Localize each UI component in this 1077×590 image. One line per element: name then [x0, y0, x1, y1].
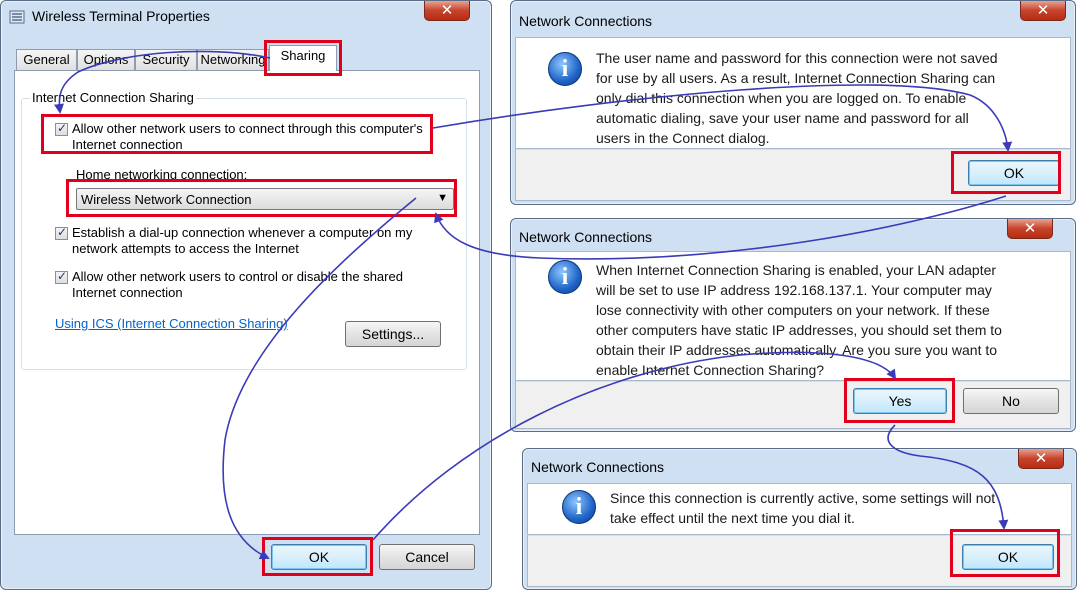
- chevron-down-icon: ▼: [437, 192, 448, 204]
- home-network-label: Home networking connection:: [76, 167, 248, 182]
- dialog-body: i The user name and password for this co…: [515, 37, 1071, 149]
- home-network-value: Wireless Network Connection: [81, 192, 252, 207]
- dialog-message: The user name and password for this conn…: [596, 50, 998, 146]
- checkmark-icon: ✓: [57, 269, 68, 283]
- info-icon: i: [562, 490, 596, 524]
- dialog-title: Network Connections: [519, 13, 653, 29]
- dialog-active-connection: Network Connections ✕ i Since this conne…: [522, 448, 1077, 590]
- dialog-message: When Internet Connection Sharing is enab…: [596, 262, 1002, 378]
- close-button[interactable]: ✕: [424, 1, 470, 21]
- ok-button[interactable]: OK: [271, 544, 367, 570]
- home-network-select[interactable]: Wireless Network Connection ▼: [76, 188, 454, 210]
- close-button[interactable]: ✕: [1007, 219, 1053, 239]
- close-icon: ✕: [1034, 450, 1048, 467]
- close-icon: ✕: [1023, 220, 1037, 237]
- ok-button[interactable]: OK: [962, 544, 1054, 570]
- close-icon: ✕: [440, 2, 454, 19]
- tab-options[interactable]: Options: [77, 49, 135, 70]
- properties-window: Wireless Terminal Properties ✕ General O…: [0, 0, 492, 590]
- tab-security[interactable]: Security: [135, 49, 197, 70]
- dialog-footer: OK: [527, 535, 1072, 587]
- info-icon: i: [548, 260, 582, 294]
- tab-networking[interactable]: Networking: [197, 49, 269, 70]
- close-button[interactable]: ✕: [1018, 449, 1064, 469]
- allow-control-label: Allow other network users to control or …: [72, 269, 403, 300]
- yes-button[interactable]: Yes: [853, 388, 947, 414]
- dialup-label: Establish a dial-up connection whenever …: [72, 225, 413, 256]
- close-button[interactable]: ✕: [1020, 1, 1066, 21]
- info-icon: i: [548, 52, 582, 86]
- tab-general[interactable]: General: [16, 49, 77, 70]
- allow-control-checkbox[interactable]: ✓: [55, 269, 68, 284]
- dialog-footer: Yes No: [515, 381, 1071, 429]
- no-button[interactable]: No: [963, 388, 1059, 414]
- dialog-footer: OK: [515, 149, 1071, 201]
- dialog-message: Since this connection is currently activ…: [610, 490, 996, 526]
- dialog-body: i Since this connection is currently act…: [527, 483, 1072, 535]
- ok-button[interactable]: OK: [968, 160, 1060, 186]
- checkmark-icon: ✓: [57, 225, 68, 239]
- dialup-checkbox[interactable]: ✓: [55, 225, 68, 240]
- ics-help-link[interactable]: Using ICS (Internet Connection Sharing): [55, 316, 288, 331]
- dialog-title: Network Connections: [519, 229, 653, 245]
- cancel-button[interactable]: Cancel: [379, 544, 475, 570]
- dialog-body: i When Internet Connection Sharing is en…: [515, 251, 1071, 381]
- dialog-ics-confirm: Network Connections ✕ i When Internet Co…: [510, 218, 1076, 432]
- close-icon: ✕: [1036, 2, 1050, 19]
- dialog-title: Network Connections: [531, 459, 665, 475]
- allow-connect-label: Allow other network users to connect thr…: [72, 121, 423, 152]
- allow-connect-checkbox[interactable]: ✓: [55, 121, 68, 136]
- tab-sharing[interactable]: Sharing: [269, 45, 337, 71]
- dialog-credentials: Network Connections ✕ i The user name an…: [510, 0, 1076, 205]
- ics-group-label: Internet Connection Sharing: [30, 90, 196, 105]
- checkmark-icon: ✓: [57, 121, 68, 135]
- properties-titlebar: Wireless Terminal Properties ✕: [1, 1, 491, 29]
- settings-button[interactable]: Settings...: [345, 321, 441, 347]
- window-title: Wireless Terminal Properties: [32, 8, 210, 24]
- network-connection-icon: [9, 10, 25, 24]
